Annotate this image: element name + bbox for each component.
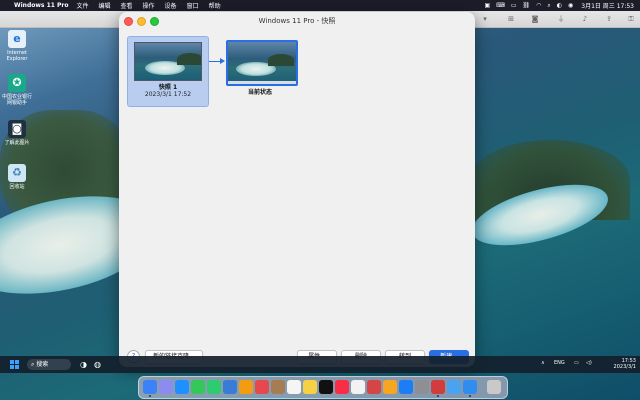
- facetime-icon[interactable]: [207, 380, 221, 394]
- taskbar-date: 2023/3/1: [613, 364, 636, 370]
- apple-tv-icon[interactable]: [319, 380, 333, 394]
- search-icon[interactable]: ⌕: [547, 2, 550, 10]
- close-button[interactable]: [124, 17, 133, 26]
- reminders-icon[interactable]: [287, 380, 301, 394]
- desktop-icon-label: Internet Explorer: [6, 50, 28, 62]
- current-state-label: 当前状态: [247, 89, 272, 96]
- abc-bank-icon: ✪: [8, 74, 26, 92]
- desktop-icon-label: 回收站: [9, 184, 25, 190]
- task-view-icon[interactable]: ◑: [78, 359, 89, 370]
- desktop-icon-label: 了解此图片: [4, 140, 30, 146]
- launchpad-icon[interactable]: [159, 380, 173, 394]
- recycle-bin-icon: ♻: [8, 164, 26, 182]
- music-icon[interactable]: [335, 380, 349, 394]
- mail-icon[interactable]: [223, 380, 237, 394]
- desktop-icon-label: 中国农业银行 网银助手: [2, 94, 33, 106]
- window-title: Windows 11 Pro - 快照: [258, 17, 336, 25]
- photos-icon[interactable]: [239, 380, 253, 394]
- menu-app-name[interactable]: Windows 11 Pro: [14, 2, 68, 9]
- snapshot-date: 2023/3/1 17:52: [144, 91, 192, 98]
- lock-icon[interactable]: ⚿: [626, 14, 636, 24]
- menu-edit[interactable]: 编辑: [99, 1, 111, 10]
- menu-help[interactable]: 帮助: [209, 1, 221, 10]
- running-indicator: [469, 395, 471, 397]
- mac-menubar: Windows 11 Pro 文件 编辑 查看 操作 设备 窗口 帮助 ▣ ⌨ …: [0, 0, 640, 11]
- running-indicator: [149, 395, 151, 397]
- current-state-thumbnail[interactable]: [226, 40, 298, 86]
- menubar-clock[interactable]: 3月1日 周三 17:53: [581, 1, 634, 10]
- snapshot-name: 快照 1: [158, 84, 178, 91]
- desktop-icon-spotlight[interactable]: ◙ 了解此图片: [2, 120, 32, 146]
- desktop-icon-recycle-bin[interactable]: ♻ 回收站: [2, 164, 32, 190]
- safari-icon[interactable]: [175, 380, 189, 394]
- link-icon[interactable]: ⛓: [523, 2, 531, 9]
- taskbar-search[interactable]: ⌕ 搜索: [27, 359, 71, 370]
- messages-icon[interactable]: [191, 380, 205, 394]
- finder-icon[interactable]: [143, 380, 157, 394]
- camera-icon[interactable]: ◙: [530, 14, 540, 24]
- display-icon[interactable]: ▭: [511, 2, 517, 9]
- share-icon[interactable]: ⇪: [604, 14, 614, 24]
- trash-icon[interactable]: [487, 380, 501, 394]
- network-icon[interactable]: ▭: [574, 360, 579, 366]
- desktop-icon-abc-bank[interactable]: ✪ 中国农业银行 网银助手: [2, 74, 32, 106]
- control-center-icon[interactable]: ◐: [557, 2, 562, 9]
- menu-actions[interactable]: 操作: [143, 1, 155, 10]
- running-indicator: [437, 395, 439, 397]
- app-store-icon[interactable]: [399, 380, 413, 394]
- microphone-icon[interactable]: ♪: [580, 14, 590, 24]
- menu-window[interactable]: 窗口: [187, 1, 199, 10]
- windows-taskbar: ⌕ 搜索 ◑ ◍ ∧ ENG ▭ ◁) 17:53 2023/3/1: [0, 356, 640, 373]
- contacts-icon[interactable]: [271, 380, 285, 394]
- keyboard-icon[interactable]: ⌨: [496, 2, 505, 9]
- search-label: 搜索: [36, 361, 49, 368]
- notes-icon[interactable]: [303, 380, 317, 394]
- snapshot-item[interactable]: 快照 1 2023/3/1 17:52: [127, 36, 209, 107]
- news-icon[interactable]: [367, 380, 381, 394]
- menu-file[interactable]: 文件: [76, 1, 88, 10]
- usb-icon[interactable]: ⏚: [556, 14, 566, 24]
- ie-icon: e: [8, 30, 26, 48]
- wifi-icon[interactable]: ◠: [536, 2, 541, 9]
- parallels-icon[interactable]: [431, 380, 445, 394]
- arrow-right-icon: [220, 58, 225, 64]
- desktop-icon-ie[interactable]: e Internet Explorer: [2, 30, 32, 62]
- coherence-icon[interactable]: ⊞: [506, 14, 516, 24]
- volume-icon[interactable]: ◁): [586, 360, 592, 366]
- preview-icon[interactable]: [447, 380, 461, 394]
- siri-icon[interactable]: ◉: [568, 2, 573, 9]
- snapshot-manager-window: Windows 11 Pro - 快照 快照 1 2023/3/1 17:52 …: [119, 12, 475, 367]
- pages-icon[interactable]: [383, 380, 397, 394]
- taskbar-clock[interactable]: 17:53 2023/3/1: [606, 358, 636, 370]
- mac-dock: [138, 376, 508, 399]
- tray-chevron-icon[interactable]: ∧: [541, 360, 545, 366]
- freeform-icon[interactable]: [351, 380, 365, 394]
- window-titlebar: Windows 11 Pro - 快照: [119, 12, 475, 30]
- menu-devices[interactable]: 设备: [165, 1, 177, 10]
- edge-icon[interactable]: ◍: [92, 359, 103, 370]
- windows-start-icon[interactable]: [10, 360, 19, 369]
- calendar-icon[interactable]: [255, 380, 269, 394]
- dropdown-icon[interactable]: ▾: [480, 14, 490, 24]
- system-settings-icon[interactable]: [415, 380, 429, 394]
- menu-view[interactable]: 查看: [121, 1, 133, 10]
- snapshot-thumbnail: [134, 42, 202, 81]
- language-indicator[interactable]: ENG: [554, 360, 565, 366]
- windows-vm-icon[interactable]: [463, 380, 477, 394]
- camera-icon: ◙: [8, 120, 26, 138]
- parallels-status-icon[interactable]: ▣: [484, 2, 490, 9]
- minimize-button[interactable]: [137, 17, 146, 26]
- zoom-button[interactable]: [150, 17, 159, 26]
